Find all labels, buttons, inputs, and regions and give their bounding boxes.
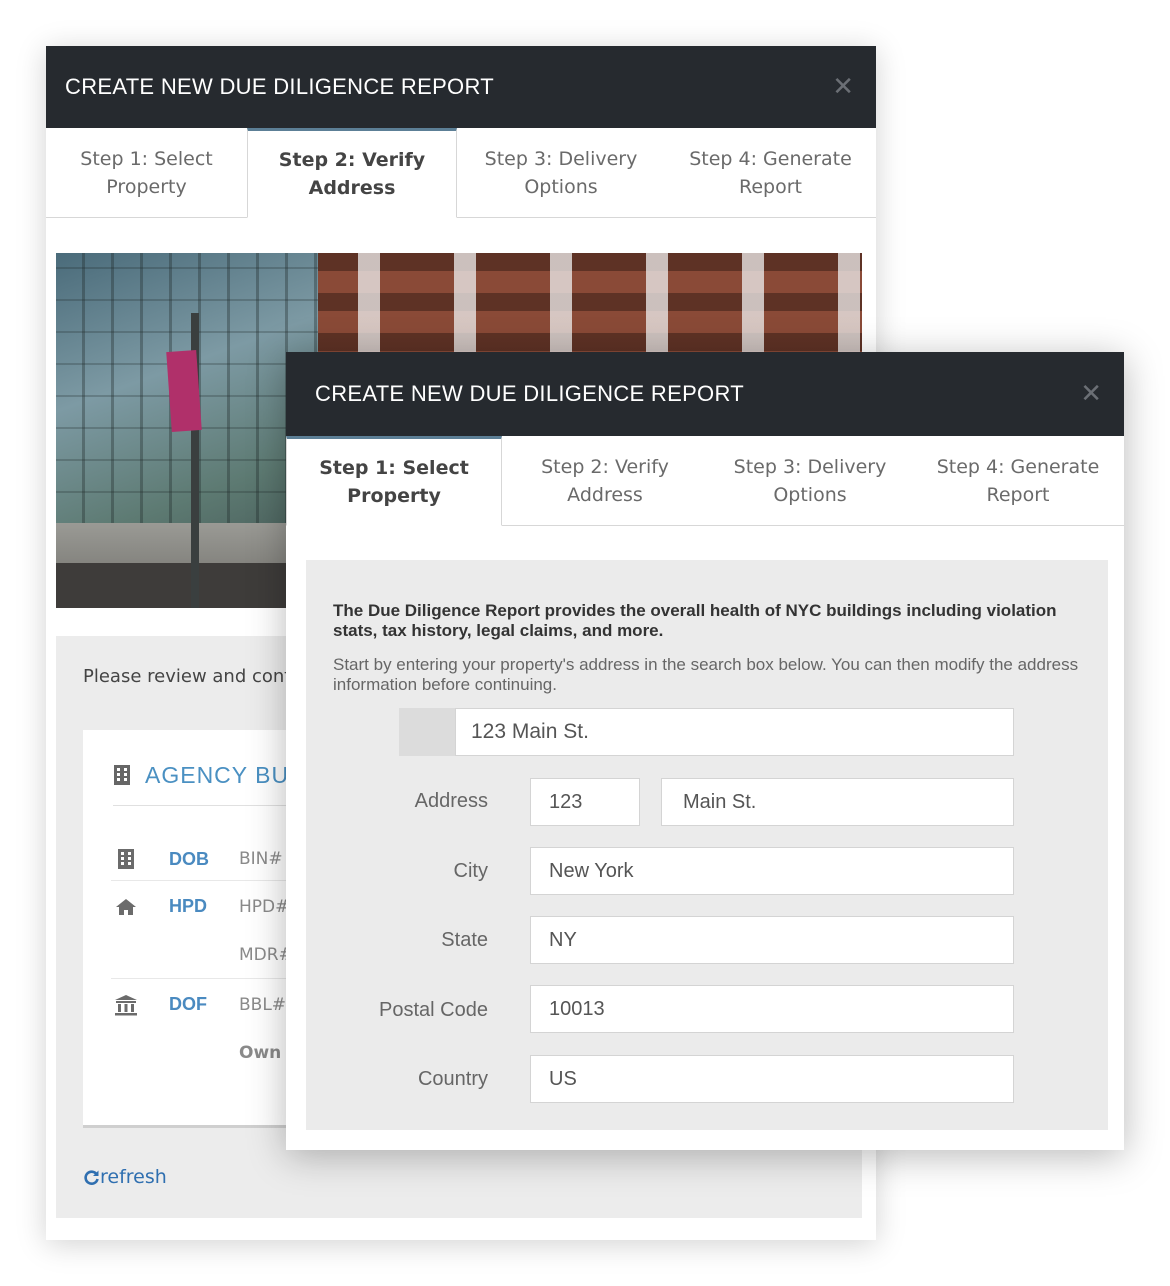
mdr-field: MDR#: [239, 945, 293, 965]
home-icon: [111, 898, 141, 916]
tab-step-1[interactable]: Step 1: Select Property: [46, 128, 247, 218]
building-icon: [113, 764, 131, 790]
bin-field: BIN#: [239, 849, 283, 869]
address-search-input[interactable]: 123 Main St.: [455, 708, 1014, 756]
tab-step-3[interactable]: Step 3: Delivery Options: [708, 436, 912, 526]
agency-name-dof[interactable]: DOF: [169, 994, 239, 1015]
tab-step-1[interactable]: Step 1: Select Property: [286, 436, 502, 526]
intro-text: Start by entering your property's addres…: [333, 655, 1079, 694]
refresh-icon: [83, 1169, 100, 1186]
refresh-label: refresh: [100, 1166, 167, 1188]
city-input[interactable]: New York: [530, 847, 1014, 895]
tab-step-3[interactable]: Step 3: Delivery Options: [457, 128, 665, 218]
building-icon: [111, 848, 141, 870]
postal-code-label: Postal Code: [379, 999, 488, 1021]
agency-title: AGENCY BU: [145, 762, 290, 788]
refresh-link[interactable]: refresh: [83, 1166, 167, 1188]
bank-icon: [111, 994, 141, 1016]
state-input[interactable]: NY: [530, 916, 1014, 964]
tab-step-2[interactable]: Step 2: Verify Address: [502, 436, 708, 526]
country-input[interactable]: US: [530, 1055, 1014, 1103]
modal-title: CREATE NEW DUE DILIGENCE REPORT: [65, 74, 494, 99]
street-number-input[interactable]: 123: [530, 778, 640, 826]
owner-field: Own: [239, 1043, 282, 1063]
tab-step-2[interactable]: Step 2: Verify Address: [247, 128, 457, 218]
bbl-field: BBL#: [239, 994, 287, 1015]
state-label: State: [441, 929, 488, 951]
agency-name-hpd[interactable]: HPD: [169, 896, 239, 917]
address-label: Address: [414, 790, 488, 812]
city-label: City: [453, 860, 488, 882]
modal-header: CREATE NEW DUE DILIGENCE REPORT ✕: [46, 46, 876, 128]
photo-banner: [166, 350, 202, 432]
country-label: Country: [417, 1068, 488, 1090]
close-icon[interactable]: ✕: [832, 74, 854, 100]
step-tabs: Step 1: Select Property Step 2: Verify A…: [46, 128, 876, 218]
review-instructions: Please review and confi: [83, 666, 296, 687]
street-name-input[interactable]: Main St.: [661, 778, 1014, 826]
modal-title: CREATE NEW DUE DILIGENCE REPORT: [315, 381, 744, 406]
tab-step-4[interactable]: Step 4: Generate Report: [912, 436, 1124, 526]
modal-header: CREATE NEW DUE DILIGENCE REPORT ✕: [286, 352, 1124, 436]
step-tabs: Step 1: Select Property Step 2: Verify A…: [286, 436, 1124, 526]
front-modal: CREATE NEW DUE DILIGENCE REPORT ✕ Step 1…: [286, 352, 1124, 1150]
hpd-field: HPD#: [239, 896, 290, 917]
select-property-panel: The Due Diligence Report provides the ov…: [306, 560, 1108, 1130]
close-icon[interactable]: ✕: [1080, 381, 1102, 407]
tab-step-4[interactable]: Step 4: Generate Report: [665, 128, 876, 218]
intro-heading: The Due Diligence Report provides the ov…: [333, 601, 1057, 640]
search-prefix: [399, 708, 455, 756]
agency-name-dob[interactable]: DOB: [169, 849, 239, 870]
postal-code-input[interactable]: 10013: [530, 985, 1014, 1033]
